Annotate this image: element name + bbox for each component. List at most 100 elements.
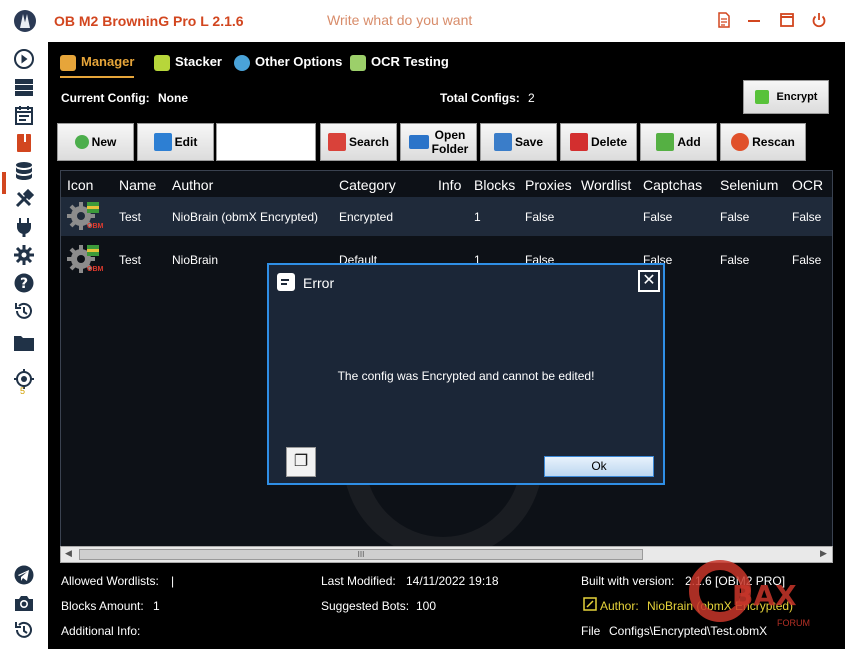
- additional-info-label: Additional Info:: [61, 624, 141, 638]
- suggested-bots-value: 100: [416, 599, 437, 613]
- ok-button[interactable]: Ok: [544, 456, 654, 477]
- new-button[interactable]: New: [57, 123, 134, 161]
- col-captchas[interactable]: Captchas: [643, 177, 702, 193]
- new-label: New: [91, 135, 117, 149]
- database-icon[interactable]: [13, 160, 35, 182]
- tab-ocr-testing[interactable]: OCR Testing: [350, 48, 449, 76]
- settings-icon[interactable]: [13, 244, 35, 266]
- col-wordlist[interactable]: Wordlist: [581, 177, 631, 193]
- total-configs-value: 2: [528, 91, 535, 105]
- cell-category: Encrypted: [339, 210, 394, 224]
- add-icon: [656, 133, 675, 151]
- copy-icon[interactable]: ❐: [286, 447, 316, 477]
- col-author[interactable]: Author: [172, 177, 213, 193]
- edit-icon: [153, 133, 172, 151]
- sidebar: ? 5: [0, 42, 48, 649]
- current-config-label: Current Config:: [61, 91, 150, 105]
- author-label: Author:: [600, 599, 639, 613]
- telegram-icon[interactable]: [13, 564, 35, 586]
- search-button[interactable]: Search: [320, 123, 397, 161]
- edit-button[interactable]: Edit: [137, 123, 214, 161]
- dialog-message: The config was Encrypted and cannot be e…: [337, 369, 595, 383]
- current-config-value: None: [158, 91, 188, 105]
- close-icon[interactable]: ✕: [638, 270, 660, 292]
- scroll-left-icon[interactable]: ◀: [65, 548, 72, 559]
- cell-ocr: False: [792, 253, 822, 267]
- grid-header: Icon Name Author Category Info Blocks Pr…: [61, 171, 832, 197]
- power-icon[interactable]: [811, 12, 827, 28]
- save-button[interactable]: Save: [480, 123, 557, 161]
- add-button[interactable]: Add: [640, 123, 717, 161]
- col-name[interactable]: Name: [119, 177, 156, 193]
- tab-manager[interactable]: Manager: [60, 48, 135, 78]
- cell-selenium: False: [720, 210, 750, 224]
- col-selenium[interactable]: Selenium: [720, 177, 778, 193]
- allowed-wordlists-value: |: [171, 574, 175, 588]
- cell-ocr: False: [792, 210, 822, 224]
- tab-other-options[interactable]: Other Options: [234, 48, 342, 76]
- help-icon[interactable]: ?: [13, 272, 35, 294]
- cell-name: Test: [119, 253, 142, 267]
- author-edit-icon: [583, 597, 597, 614]
- history-icon[interactable]: [13, 300, 35, 322]
- encrypt-button[interactable]: Encrypt: [743, 80, 829, 114]
- scrollbar-thumb[interactable]: III: [79, 549, 643, 560]
- play-icon[interactable]: [13, 48, 35, 70]
- allowed-wordlists-label: Allowed Wordlists:: [61, 574, 159, 588]
- col-proxies[interactable]: Proxies: [525, 177, 572, 193]
- cell-name: Test: [119, 210, 142, 224]
- col-blocks[interactable]: Blocks: [474, 177, 515, 193]
- config-gear-icon: OBM: [67, 199, 103, 233]
- tab-stacker[interactable]: Stacker: [154, 48, 222, 76]
- cell-author: NioBrain (obmX Encrypted): [172, 210, 319, 224]
- tools-icon[interactable]: [13, 188, 35, 210]
- col-icon[interactable]: Icon: [67, 177, 93, 193]
- folder-icon[interactable]: [13, 332, 35, 354]
- blocks-amount-label: Blocks Amount:: [61, 599, 144, 613]
- delete-label: Delete: [590, 135, 628, 149]
- scroll-right-icon[interactable]: ▶: [820, 548, 827, 559]
- encrypt-label: Encrypt: [776, 91, 818, 103]
- rescan-button[interactable]: Rescan: [720, 123, 806, 161]
- maximize-icon[interactable]: [779, 12, 795, 28]
- watermark-logo: BAX FORUM: [680, 553, 815, 633]
- col-category[interactable]: Category: [339, 177, 396, 193]
- dialog-app-icon: [277, 273, 295, 291]
- delete-icon: [569, 133, 588, 151]
- app-logo-icon: [14, 10, 36, 32]
- tab-stacker-label: Stacker: [175, 54, 222, 69]
- tab-manager-label: Manager: [81, 54, 135, 69]
- minimize-icon[interactable]: [746, 12, 762, 28]
- config-search-input[interactable]: [216, 123, 316, 161]
- calendar-icon[interactable]: [13, 104, 35, 126]
- col-info[interactable]: Info: [438, 177, 461, 193]
- camera-icon[interactable]: [13, 592, 35, 614]
- save-label: Save: [514, 135, 544, 149]
- col-ocr[interactable]: OCR: [792, 177, 823, 193]
- suggested-bots-label: Suggested Bots:: [321, 599, 410, 613]
- rescan-icon: [731, 133, 750, 151]
- target-badge: 5: [20, 386, 26, 396]
- svg-text:BAX: BAX: [732, 579, 797, 612]
- delete-button[interactable]: Delete: [560, 123, 637, 161]
- table-row[interactable]: OBM Test NioBrain (obmX Encrypted) Encry…: [61, 197, 832, 236]
- cell-blocks: 1: [474, 210, 481, 224]
- built-with-label: Built with version:: [581, 574, 675, 588]
- search-icon: [327, 133, 346, 151]
- open-folder-button[interactable]: Open Folder: [400, 123, 477, 161]
- plug-icon[interactable]: [13, 216, 35, 238]
- server-icon[interactable]: [13, 76, 35, 98]
- restore-icon[interactable]: [13, 619, 35, 641]
- global-search-input[interactable]: Write what do you want: [327, 12, 472, 28]
- book-icon[interactable]: [13, 132, 35, 154]
- dialog-title: Error: [303, 275, 335, 291]
- cell-selenium: False: [720, 253, 750, 267]
- config-gear-icon: OBM: [67, 242, 103, 276]
- log-icon[interactable]: [716, 12, 732, 28]
- total-configs-label: Total Configs:: [440, 91, 520, 105]
- new-icon: [74, 135, 89, 149]
- last-modified-label: Last Modified:: [321, 574, 396, 588]
- app-title: OB M2 BrowninG Pro L 2.1.6: [54, 13, 244, 29]
- title-bar: OB M2 BrowninG Pro L 2.1.6 Write what do…: [0, 0, 845, 42]
- lock-icon: [754, 90, 769, 104]
